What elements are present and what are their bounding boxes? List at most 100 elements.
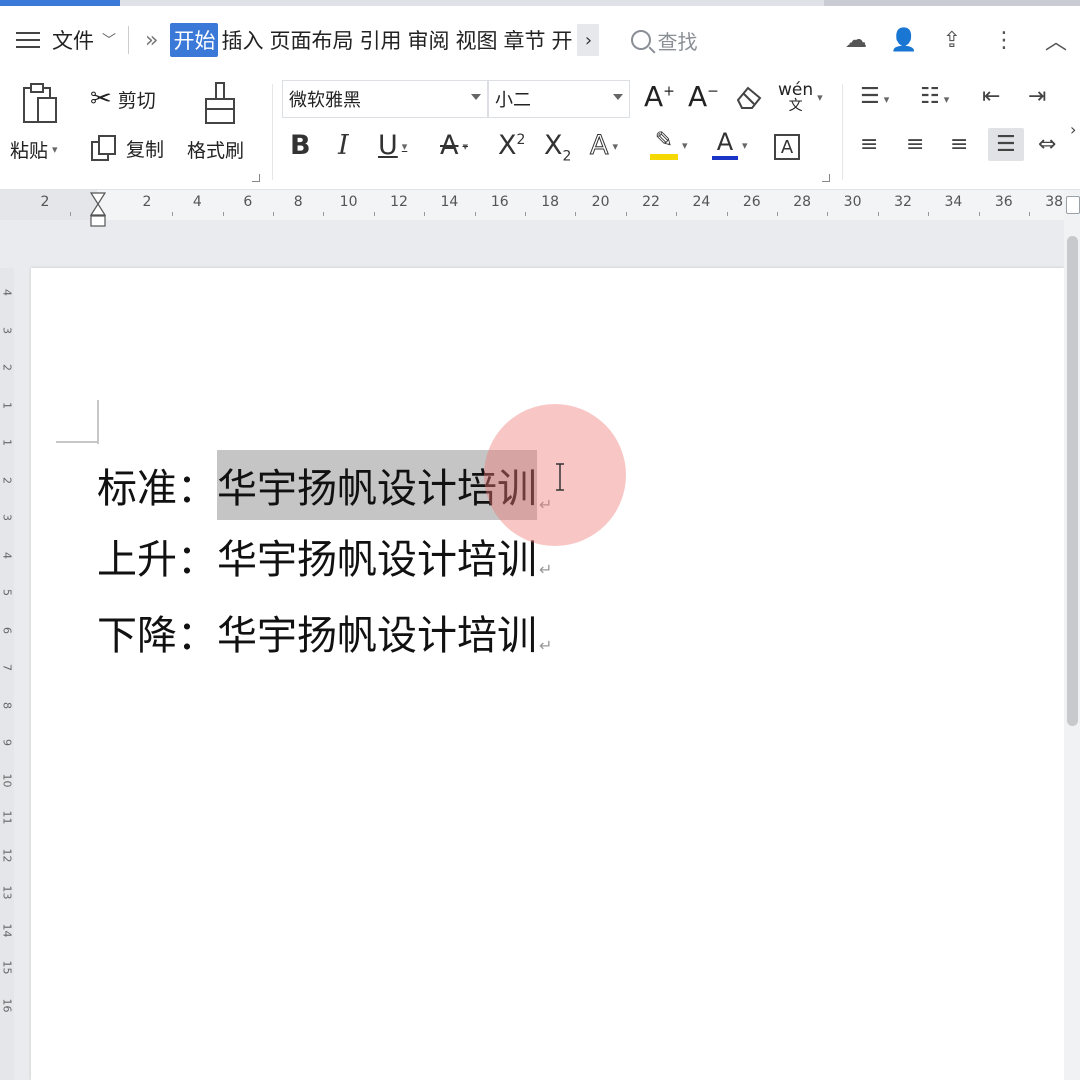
italic-button[interactable]: I [338, 130, 349, 161]
font-name-value: 微软雅黑 [289, 90, 361, 111]
cloud-sync-icon[interactable]: ☁ [832, 28, 880, 53]
vruler-number: 11 [0, 810, 14, 825]
vruler-number: 9 [0, 739, 14, 746]
strikethrough-icon: A [440, 130, 459, 161]
bullets-button[interactable]: ☰ ▾ [860, 84, 889, 109]
chevron-down-icon: ▾ [742, 139, 748, 152]
collapse-ribbon-icon[interactable]: ︿ [1032, 24, 1080, 56]
chevron-down-icon: ▾ [52, 143, 58, 156]
vruler-number: 3 [0, 514, 14, 521]
indent-marker-icon[interactable] [90, 192, 106, 228]
document-page[interactable] [31, 268, 1064, 1080]
ruler-tick [172, 212, 174, 216]
distributed-button[interactable]: ⇔ [1038, 132, 1056, 157]
tab-sections[interactable]: 章节 [500, 25, 548, 55]
ruler-number: 12 [390, 194, 408, 210]
tab-insert[interactable]: 插入 [218, 25, 266, 55]
tab-dev[interactable]: 开 [548, 25, 575, 55]
chevron-down-icon [471, 94, 481, 100]
paste-menu[interactable]: 粘贴 ▾ [10, 136, 58, 163]
subscript-icon: X2 [544, 130, 572, 165]
crop-mark [97, 400, 99, 444]
tab-view[interactable]: 视图 [452, 25, 500, 55]
search-button[interactable]: 查找 [631, 26, 697, 55]
ruler-number: 26 [742, 194, 761, 210]
horizontal-ruler[interactable]: 2 2 4 6 8 10 12 14 16 18 20 22 24 26 28 30 32 34 36 38 [0, 190, 1080, 220]
paste-button[interactable] [18, 80, 62, 128]
align-right-button[interactable]: ≡ [950, 132, 968, 157]
clear-format-button[interactable] [734, 84, 764, 110]
paragraph-mark: ↵ [539, 495, 553, 514]
text-line-standard[interactable]: 标准： 华宇扬帆设计培训 ↵ [97, 450, 552, 520]
ruler-number: 2 [40, 194, 50, 210]
tab-page-layout[interactable]: 页面布局 [266, 25, 356, 55]
underline-button[interactable]: U ▾ [378, 130, 407, 161]
paste-label: 粘贴 [10, 140, 49, 162]
shrink-font-button[interactable]: A− [688, 80, 719, 113]
line-text[interactable]: 华宇扬帆设计培训 [217, 527, 537, 585]
file-menu[interactable]: 文件 ﹀ [52, 25, 116, 55]
copy-button[interactable]: 复制 [90, 134, 164, 162]
vruler-number: 4 [0, 289, 14, 296]
tab-references[interactable]: 引用 [356, 25, 404, 55]
character-border-button[interactable]: A [774, 134, 800, 160]
scrollbar-thumb[interactable] [1067, 236, 1078, 726]
increase-indent-button[interactable]: ⇥ [1028, 84, 1046, 109]
line-text[interactable]: 华宇扬帆设计培训 [217, 603, 537, 661]
format-painter-label[interactable]: 格式刷 [187, 136, 244, 163]
ruler-tick [877, 212, 879, 216]
chevron-down-icon: ▾ [883, 93, 890, 106]
menu-icon[interactable] [16, 30, 42, 50]
font-size-select[interactable]: 小二 [488, 80, 630, 118]
ruler-tick [222, 212, 224, 216]
bold-button[interactable]: B [290, 130, 311, 161]
chevron-down-icon: ▾ [401, 140, 408, 153]
pinyin-label: wén [778, 80, 814, 100]
ribbon-scroll-right[interactable]: › [1070, 120, 1076, 139]
cut-label: 剪切 [117, 89, 156, 112]
tab-home[interactable]: 开始 [170, 23, 219, 57]
align-center-button[interactable]: ≡ [906, 132, 924, 157]
selected-text[interactable]: 华宇扬帆设计培训 [217, 450, 537, 520]
ruler-number: 38 [1045, 194, 1064, 210]
scrollbar-top-button[interactable] [1066, 196, 1080, 214]
pinyin-guide-button[interactable]: wén 文 ▾ [778, 80, 823, 114]
grow-font-button[interactable]: A+ [644, 80, 675, 113]
font-dialog-launcher[interactable] [822, 174, 830, 182]
font-color-button[interactable]: A ▾ [712, 130, 748, 160]
chevron-down-icon: ▾ [817, 91, 823, 104]
search-label: 查找 [657, 29, 698, 54]
double-chevron-icon[interactable]: » [145, 28, 158, 53]
subscript-button[interactable]: X2 [544, 130, 571, 164]
collaborate-icon[interactable]: 👤 [880, 28, 928, 53]
align-left-button[interactable]: ≡ [860, 132, 878, 157]
superscript-button[interactable]: X2 [498, 130, 525, 161]
more-options-icon[interactable]: ⋮ [976, 28, 1032, 53]
ruler-tick [70, 212, 72, 216]
strikethrough-button[interactable]: A ▾ [440, 130, 468, 161]
vruler-number: 16 [0, 998, 14, 1012]
file-menu-label: 文件 [52, 29, 94, 53]
font-name-select[interactable]: 微软雅黑 [282, 80, 488, 118]
numbered-list-icon: ☷ [920, 84, 940, 109]
char-border-icon: A [774, 134, 800, 160]
tabs-more-button[interactable]: › [577, 24, 600, 56]
tab-review[interactable]: 审阅 [404, 25, 452, 55]
text-line-lowered[interactable]: 下降： 华宇扬帆设计培训 ↵ [97, 603, 552, 661]
format-painter-button[interactable] [200, 80, 240, 128]
decrease-indent-button[interactable]: ⇤ [982, 84, 1000, 109]
text-line-raised[interactable]: 上升： 华宇扬帆设计培训 ↵ [97, 527, 552, 585]
justify-button[interactable]: ☰ [988, 128, 1024, 161]
highlight-button[interactable]: ✎ ▾ [650, 130, 688, 160]
pinyin-icon: wén 文 [778, 80, 814, 114]
ruler-number: 36 [994, 194, 1013, 210]
ruler-tick [424, 212, 426, 216]
text-effect-button[interactable]: A ▾ [589, 130, 618, 162]
numbering-button[interactable]: ☷ ▾ [920, 84, 949, 109]
paragraph-mark: ↵ [539, 560, 553, 579]
vertical-ruler[interactable]: 4 3 2 1 1 2 3 4 5 6 7 8 9 10 11 12 13 14 15 16 [0, 268, 14, 1080]
share-icon[interactable]: ⇪ [928, 28, 976, 53]
cut-button[interactable]: ✂ 剪切 [90, 84, 156, 114]
clipboard-dialog-launcher[interactable] [252, 174, 260, 182]
line-label: 上升： [97, 537, 217, 583]
